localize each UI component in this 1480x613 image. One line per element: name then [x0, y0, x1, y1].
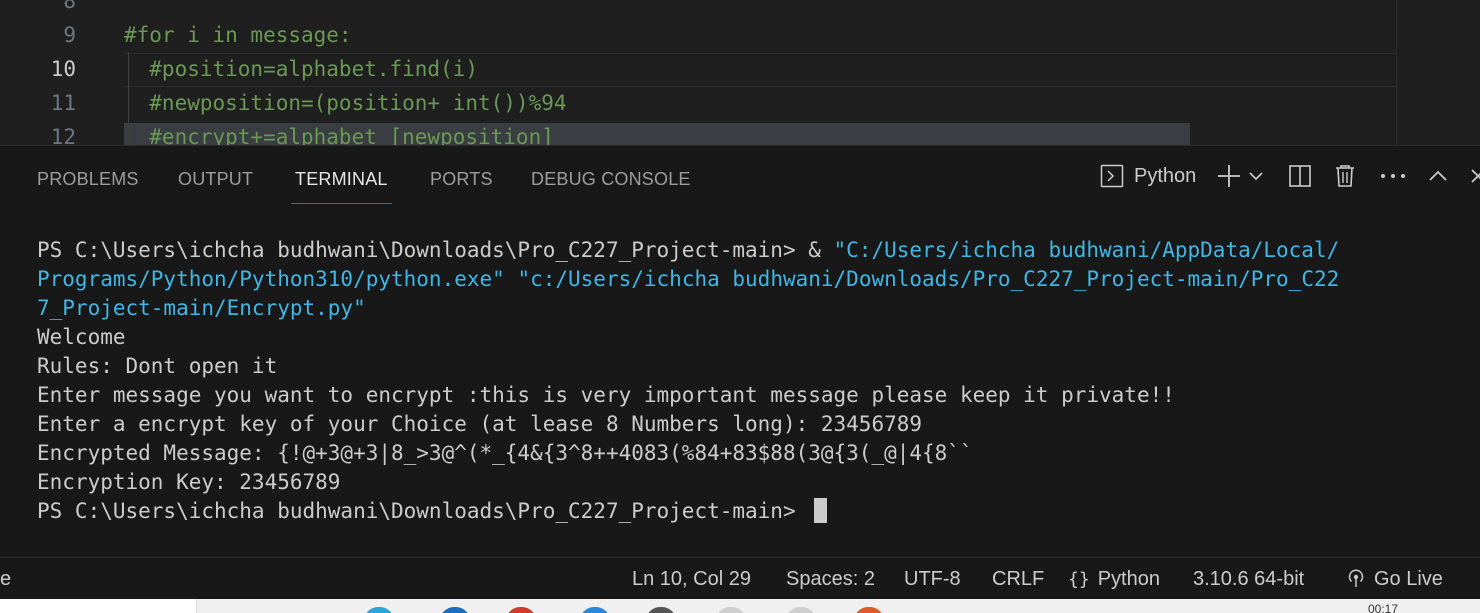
terminal-profile-button[interactable]: Python	[1100, 162, 1196, 190]
tab-ports[interactable]: PORTS	[430, 146, 493, 206]
code-line[interactable]: #newposition=(position+ int())%94	[124, 86, 566, 120]
braces-icon: {}	[1068, 569, 1090, 590]
terminal-launch-dropdown[interactable]	[1248, 162, 1264, 190]
terminal-output[interactable]: PS C:\Users\ichcha budhwani\Downloads\Pr…	[37, 236, 1480, 526]
new-terminal-button[interactable]	[1216, 162, 1242, 190]
taskbar-app-icon[interactable]	[364, 607, 394, 613]
go-live-button[interactable]: Go Live	[1346, 558, 1443, 600]
os-taskbar: 00:17	[0, 599, 1480, 613]
plus-icon	[1218, 165, 1240, 187]
editor-scrollbar[interactable]	[1396, 0, 1397, 145]
taskbar-clock[interactable]: 00:17	[1368, 602, 1398, 613]
encoding[interactable]: UTF-8	[904, 558, 961, 600]
terminal-space	[505, 267, 518, 291]
terminal-string: Programs/Python/Python310/python.exe"	[37, 267, 505, 291]
code-line[interactable]: #encrypt+=alphabet [newposition]	[124, 120, 554, 145]
terminal-line: Encryption Key: 23456789	[37, 470, 341, 494]
terminal-line: Encrypted Message: {!@+3@+3|8_>3@^(*_{4&…	[37, 441, 973, 465]
terminal-line: Enter message you want to encrypt :this …	[37, 383, 1175, 407]
tab-output[interactable]: OUTPUT	[178, 146, 253, 206]
terminal-icon	[1100, 164, 1124, 188]
code-line[interactable]: #for i in message:	[124, 18, 352, 52]
terminal-string: "c:/Users/ichcha budhwani/Downloads/Pro_…	[517, 267, 1340, 291]
language-mode[interactable]: {} Python	[1068, 558, 1160, 600]
indentation[interactable]: Spaces: 2	[786, 558, 875, 600]
terminal-string: "C:/Users/ichcha budhwani/AppData/Local/	[833, 238, 1340, 262]
taskbar-search-area[interactable]	[0, 599, 197, 613]
terminal-command-prefix: PS C:\Users\ichcha budhwani\Downloads\Pr…	[37, 238, 834, 262]
close-icon	[1471, 169, 1480, 183]
maximize-panel-button[interactable]	[1428, 162, 1448, 190]
taskbar-app-icon[interactable]	[580, 607, 610, 613]
line-number: 12	[50, 125, 76, 145]
status-bar: e Ln 10, Col 29 Spaces: 2 UTF-8 CRLF {} P…	[0, 557, 1480, 600]
bottom-panel: PROBLEMS OUTPUT TERMINAL PORTS DEBUG CON…	[0, 145, 1480, 558]
taskbar-app-icon[interactable]	[716, 607, 746, 613]
ellipsis-icon	[1381, 174, 1405, 178]
vscode-window: 8 9 10 11 12 #for i in message: #positio…	[0, 0, 1480, 613]
kill-terminal-button[interactable]	[1334, 162, 1356, 190]
trash-icon	[1336, 165, 1354, 187]
line-number-active: 10	[50, 57, 76, 81]
more-actions-button[interactable]	[1380, 162, 1406, 190]
chevron-up-icon	[1429, 170, 1447, 181]
line-number: 9	[63, 23, 76, 47]
chevron-down-icon	[1249, 172, 1263, 181]
panel-actions: Python	[1090, 146, 1480, 206]
python-interpreter[interactable]: 3.10.6 64-bit	[1193, 558, 1304, 600]
terminal-line: Welcome	[37, 325, 126, 349]
split-icon	[1289, 165, 1311, 187]
line-endings[interactable]: CRLF	[992, 558, 1044, 600]
status-left-item[interactable]: e	[0, 558, 11, 600]
taskbar-app-icon[interactable]	[786, 607, 816, 613]
cursor-position[interactable]: Ln 10, Col 29	[632, 558, 751, 600]
terminal-line: Enter a encrypt key of your Choice (at l…	[37, 412, 923, 436]
split-terminal-button[interactable]	[1288, 162, 1312, 190]
terminal-cursor	[814, 498, 828, 523]
terminal-prompt: PS C:\Users\ichcha budhwani\Downloads\Pr…	[37, 499, 809, 523]
go-live-label: Go Live	[1374, 568, 1443, 590]
tab-debug-console[interactable]: DEBUG CONSOLE	[531, 146, 691, 206]
tab-terminal[interactable]: TERMINAL	[291, 146, 392, 206]
taskbar-app-icon[interactable]	[646, 607, 676, 613]
panel-tabs: PROBLEMS OUTPUT TERMINAL PORTS DEBUG CON…	[0, 146, 1480, 206]
taskbar-app-icon[interactable]	[506, 607, 536, 613]
broadcast-icon	[1348, 569, 1364, 587]
line-number: 11	[50, 91, 76, 115]
terminal-line: Rules: Dont open it	[37, 354, 278, 378]
code-editor[interactable]: 8 9 10 11 12 #for i in message: #positio…	[0, 0, 1480, 145]
taskbar-app-icon[interactable]	[440, 607, 470, 613]
taskbar-app-icon[interactable]	[854, 607, 884, 613]
terminal-profile-label: Python	[1134, 164, 1197, 187]
language-label: Python	[1097, 568, 1160, 590]
close-panel-button[interactable]	[1470, 162, 1480, 190]
terminal-string: 7_Project-main/Encrypt.py"	[37, 296, 366, 320]
line-number: 8	[63, 0, 76, 13]
code-line[interactable]: #position=alphabet.find(i)	[124, 52, 478, 86]
tab-problems[interactable]: PROBLEMS	[37, 146, 139, 206]
